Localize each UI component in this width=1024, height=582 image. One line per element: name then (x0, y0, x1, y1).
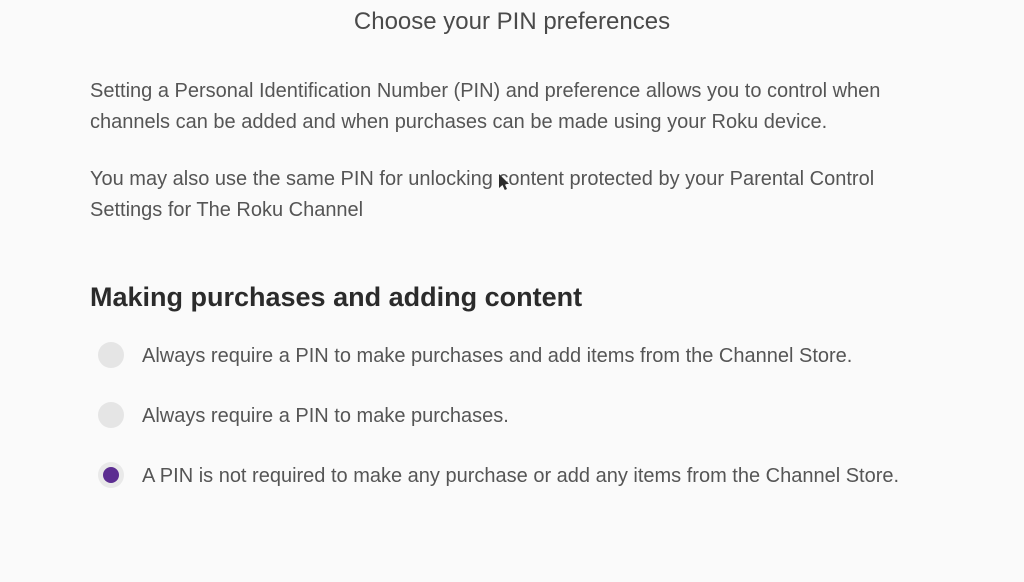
intro-paragraph-1: Setting a Personal Identification Number… (90, 76, 934, 138)
radio-label: Always require a PIN to make purchases. (142, 401, 509, 431)
radio-icon-unselected (98, 402, 124, 428)
radio-icon-selected (98, 462, 124, 488)
page-title: Choose your PIN preferences (0, 0, 1024, 76)
radio-option-always-purchases-and-add[interactable]: Always require a PIN to make purchases a… (98, 341, 934, 371)
radio-label: Always require a PIN to make purchases a… (142, 341, 852, 371)
radio-icon-unselected (98, 342, 124, 368)
radio-dot-icon (103, 467, 119, 483)
radio-option-not-required[interactable]: A PIN is not required to make any purcha… (98, 461, 934, 491)
intro-paragraph-2: You may also use the same PIN for unlock… (90, 164, 934, 226)
section-heading-purchases: Making purchases and adding content (90, 282, 934, 313)
radio-group-pin-preferences: Always require a PIN to make purchases a… (90, 341, 934, 491)
radio-label: A PIN is not required to make any purcha… (142, 461, 899, 491)
content-area: Setting a Personal Identification Number… (0, 76, 1024, 491)
radio-option-always-purchases[interactable]: Always require a PIN to make purchases. (98, 401, 934, 431)
